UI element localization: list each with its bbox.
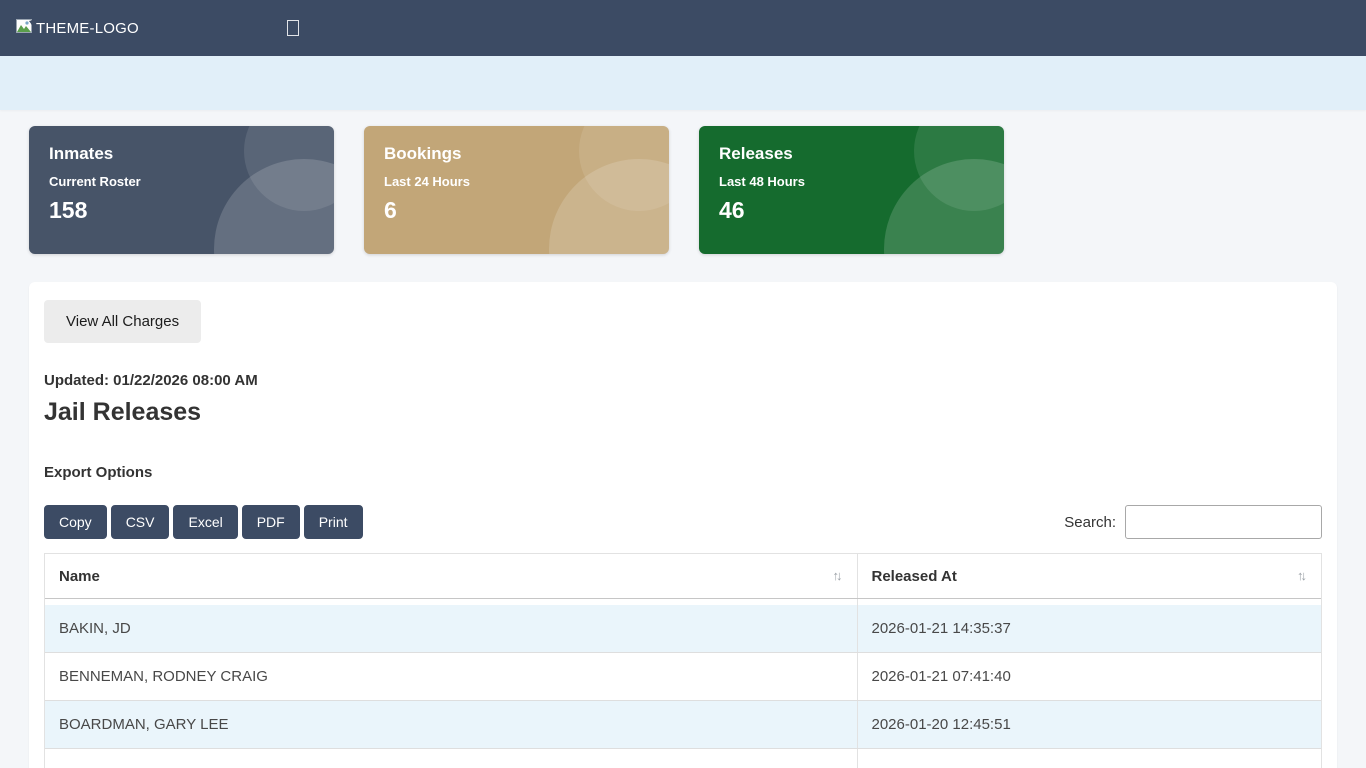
- brand-logo[interactable]: THEME-LOGO: [16, 18, 139, 38]
- stat-card-subtitle: Last 24 Hours: [384, 174, 470, 189]
- brand-logo-text: THEME-LOGO: [36, 19, 139, 37]
- excel-button[interactable]: Excel: [173, 505, 238, 539]
- releases-table: ↑↓ Name ↑↓ Released At BAKIN, JD 2026-01…: [45, 554, 1321, 768]
- top-navbar: THEME-LOGO: [0, 0, 1366, 56]
- stat-card-value: 158: [49, 197, 88, 223]
- search-box: Search:: [1064, 505, 1322, 539]
- search-label: Search:: [1064, 513, 1116, 531]
- subheader-band: [0, 56, 1366, 110]
- cell-name: [45, 748, 857, 768]
- page-title: Jail Releases: [44, 398, 202, 426]
- table-row[interactable]: BOARDMAN, GARY LEE 2026-01-20 12:45:51: [45, 700, 1321, 749]
- cell-released-at: 2026-01-21 14:35:37: [856, 604, 1321, 653]
- table-row-partial[interactable]: [45, 748, 1321, 768]
- view-all-charges-button[interactable]: View All Charges: [44, 300, 202, 343]
- sort-icon[interactable]: ↑↓: [833, 568, 843, 583]
- cell-name: BENNEMAN, RODNEY CRAIG: [45, 652, 857, 701]
- stat-card-title: Inmates: [49, 144, 114, 163]
- cell-released-at: 2026-01-20 12:45:51: [856, 700, 1321, 749]
- table-row[interactable]: BENNEMAN, RODNEY CRAIG 2026-01-21 07:41:…: [45, 652, 1321, 701]
- menu-toggler-icon[interactable]: [286, 20, 299, 36]
- table-row[interactable]: BAKIN, JD 2026-01-21 14:35:37: [45, 604, 1321, 653]
- stat-card-releases: Releases Last 48 Hours 46: [699, 126, 1004, 254]
- search-input[interactable]: [1125, 505, 1322, 539]
- cell-released-at: 2026-01-21 07:41:40: [856, 652, 1321, 701]
- releases-table-wrapper: ↑↓ Name ↑↓ Released At BAKIN, JD 2026-01…: [44, 553, 1322, 768]
- stat-card-subtitle: Last 48 Hours: [719, 174, 805, 189]
- column-header-label: Name: [59, 568, 100, 585]
- cell-name: BOARDMAN, GARY LEE: [45, 700, 857, 749]
- copy-button[interactable]: Copy: [44, 505, 107, 539]
- export-options-label: Export Options: [44, 464, 153, 481]
- main-panel: View All Charges Updated: 01/22/2026 08:…: [29, 282, 1337, 768]
- column-header-released-at[interactable]: ↑↓ Released At: [856, 554, 1321, 599]
- stat-card-inmates: Inmates Current Roster 158: [29, 126, 334, 254]
- stat-card-bookings: Bookings Last 24 Hours 6: [364, 126, 669, 254]
- column-header-label: Released At: [871, 568, 957, 585]
- cell-name: BAKIN, JD: [45, 604, 857, 653]
- stat-card-value: 6: [384, 197, 397, 223]
- column-header-name[interactable]: ↑↓ Name: [45, 554, 857, 599]
- table-header-row: ↑↓ Name ↑↓ Released At: [45, 554, 1321, 599]
- print-button[interactable]: Print: [303, 505, 363, 539]
- stat-card-value: 46: [719, 197, 745, 223]
- cell-released-at: [856, 748, 1321, 768]
- table-toolbar: Copy CSV Excel PDF Print Search:: [44, 505, 1322, 539]
- stat-card-title: Releases: [719, 144, 793, 163]
- pdf-button[interactable]: PDF: [241, 505, 300, 539]
- broken-image-icon: [16, 18, 34, 38]
- stat-cards-row: Inmates Current Roster 158 Bookings Last…: [0, 110, 1366, 254]
- sort-icon[interactable]: ↑↓: [1297, 568, 1307, 583]
- stat-card-title: Bookings: [384, 144, 462, 163]
- export-button-group: Copy CSV Excel PDF Print: [44, 505, 363, 539]
- csv-button[interactable]: CSV: [110, 505, 170, 539]
- updated-timestamp: Updated: 01/22/2026 08:00 AM: [44, 372, 258, 389]
- stat-card-subtitle: Current Roster: [49, 174, 141, 189]
